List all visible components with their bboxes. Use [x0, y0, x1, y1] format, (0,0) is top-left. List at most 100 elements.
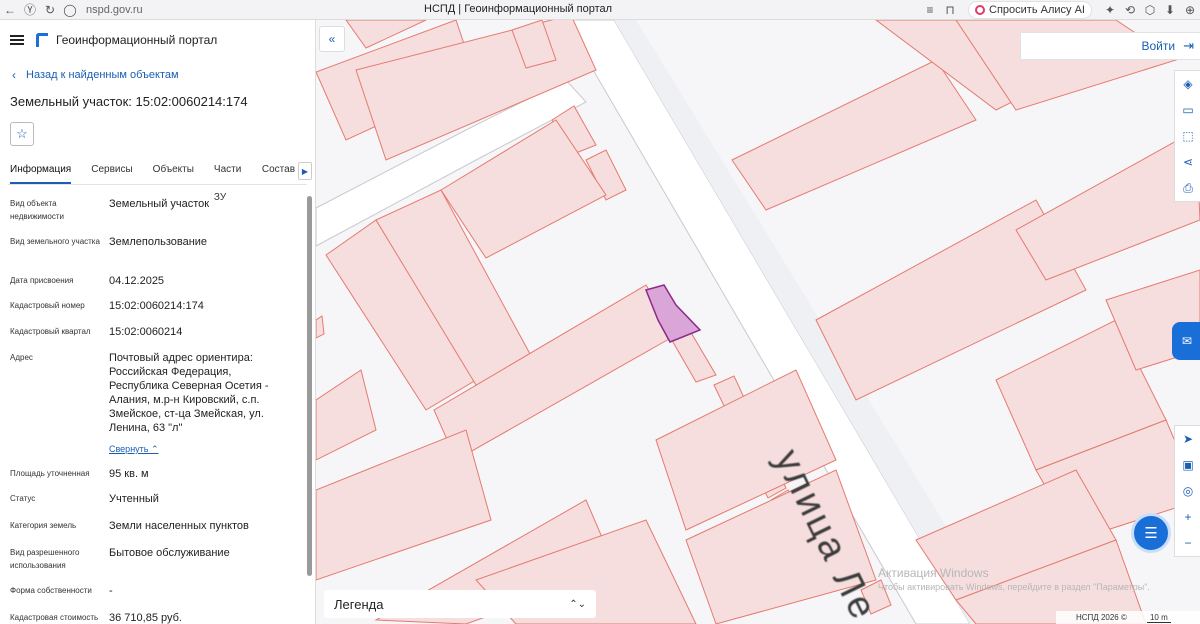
- tab-objects[interactable]: Объекты: [153, 156, 194, 184]
- alice-icon: [975, 5, 986, 15]
- portal-logo-icon: [36, 33, 48, 47]
- tabs-divider: [8, 184, 307, 185]
- watermark-text: Чтобы активировать Windows, перейдите в …: [878, 582, 1150, 592]
- prop-value: Земли населенных пунктов: [109, 520, 249, 532]
- ruler-icon[interactable]: ▭: [1175, 97, 1200, 123]
- prop-value: 15:02:0060214: [109, 326, 183, 338]
- collapse-label: Свернуть: [109, 444, 149, 454]
- back-arrow-icon[interactable]: ←: [0, 0, 20, 20]
- prop-key: Кадастровая стоимость: [10, 613, 99, 622]
- prop-key: Кадастровый номер: [10, 301, 85, 310]
- locate-icon[interactable]: ➤: [1175, 426, 1200, 452]
- windows-watermark: Активация Windows Чтобы активировать Win…: [878, 566, 1150, 594]
- address-bar[interactable]: nspd.gov.ru: [86, 4, 143, 16]
- panel-scrollbar[interactable]: [307, 196, 312, 576]
- tab-info[interactable]: Информация: [10, 156, 72, 184]
- caret-right-icon: ▶: [301, 166, 309, 176]
- back-link-label: Назад к найденным объектам: [26, 69, 179, 81]
- map-toolbar: ◈ ▭ ⬚ ⋖ ⎙: [1174, 70, 1200, 202]
- prop-value: 95 кв. м: [109, 468, 149, 480]
- prop-value: 36 710,85 руб.: [109, 612, 182, 624]
- prop-value: 04.12.2025: [109, 275, 165, 287]
- parcel: [731, 59, 977, 211]
- chat-button[interactable]: ☰: [1131, 513, 1171, 553]
- prop-key: Форма собственности: [10, 586, 92, 595]
- login-bar: Войти ⇥: [1020, 32, 1200, 60]
- select-area-icon[interactable]: ⬚: [1175, 123, 1200, 149]
- ya-icon[interactable]: Ⓨ: [20, 0, 40, 20]
- prop-value: Учтенный: [109, 493, 159, 505]
- reload-icon[interactable]: ↻: [40, 0, 60, 20]
- bookmark-icon[interactable]: ⊓: [940, 0, 960, 20]
- scale-bar: 10 m: [1146, 613, 1171, 623]
- login-arrow-icon[interactable]: ⇥: [1183, 38, 1194, 54]
- cube-icon[interactable]: ⬡: [1140, 0, 1160, 20]
- alice-label: Спросить Алису AI: [989, 4, 1085, 16]
- prop-key: Площадь уточненная: [10, 469, 90, 478]
- message-icon: ✉: [1181, 334, 1193, 348]
- map-canvas[interactable]: [316, 20, 1200, 624]
- tabs-next-button[interactable]: ▶: [298, 162, 312, 180]
- prop-key: Дата присвоения: [10, 276, 74, 285]
- map-view[interactable]: улица Ле « Войти ⇥ ◈ ▭ ⬚ ⋖ ⎙ ✉ ➤ ▣ ◎ + −…: [316, 20, 1200, 624]
- feedback-button[interactable]: ✉: [1172, 322, 1200, 360]
- star-icon: ☆: [16, 126, 28, 141]
- prop-value: Землепользование: [109, 236, 208, 248]
- app-header: Геоинформационный портал: [0, 20, 315, 60]
- shield-icon: ◯: [63, 2, 77, 17]
- identify-icon[interactable]: ◎: [1175, 478, 1200, 504]
- object-title: Земельный участок: 15:02:0060214:174: [10, 94, 248, 109]
- prop-key: Статус: [10, 494, 36, 503]
- collapse-panel-button[interactable]: «: [319, 26, 345, 52]
- chevron-left-icon: ‹: [12, 68, 16, 82]
- prop-value: Бытовое обслуживание: [109, 547, 230, 559]
- prop-key: Вид разрешенного использования: [10, 548, 80, 570]
- tab-services[interactable]: Сервисы: [91, 156, 132, 184]
- favorite-button[interactable]: ☆: [10, 122, 34, 146]
- watermark-title: Активация Windows: [878, 566, 989, 580]
- copyright: НСПД 2026 ©: [1076, 613, 1127, 622]
- back-to-results-link[interactable]: ‹ Назад к найденным объектам: [0, 60, 315, 90]
- extension-icon[interactable]: ✦: [1100, 0, 1120, 20]
- profile-icon[interactable]: ⊕: [1180, 0, 1200, 20]
- tab-parts[interactable]: Части ЗУ: [214, 156, 242, 203]
- app-title: Геоинформационный портал: [56, 33, 218, 47]
- alice-button[interactable]: Спросить Алису AI: [968, 1, 1092, 19]
- chat-icon: ☰: [1144, 525, 1158, 542]
- layers-icon[interactable]: ◈: [1175, 71, 1200, 97]
- parcel: [316, 429, 492, 581]
- updown-icon: ⌃⌄: [569, 598, 586, 610]
- chevron-up-icon: ⌃: [151, 444, 159, 454]
- double-chevron-left-icon: «: [328, 32, 336, 46]
- map-toolbar-lower: ➤ ▣ ◎ + −: [1174, 425, 1200, 557]
- parcel: [316, 369, 377, 461]
- login-button[interactable]: Войти: [1142, 39, 1176, 53]
- prop-value: -: [109, 585, 113, 597]
- object-panel: Геоинформационный портал ‹ Назад к найде…: [0, 20, 316, 624]
- prop-value: Почтовый адрес ориентира: Российская Фед…: [109, 352, 269, 434]
- zoom-in-icon[interactable]: +: [1175, 504, 1200, 530]
- hamburger-icon[interactable]: [10, 35, 24, 45]
- collapse-address-link[interactable]: Свернуть ⌃: [109, 444, 159, 455]
- tab-title: НСПД | Геоинформационный портал: [424, 3, 613, 15]
- prop-key: Вид земельного участка: [10, 237, 100, 246]
- legend-select[interactable]: Легенда ⌃⌄: [324, 590, 596, 618]
- menu-icon[interactable]: ≡: [920, 0, 940, 20]
- map-footer: НСПД 2026 © 10 m: [1056, 611, 1200, 624]
- prop-value: Земельный участок: [109, 198, 210, 210]
- downloads-icon[interactable]: ⬇: [1160, 0, 1180, 20]
- tabs-bar: Информация Сервисы Объекты Части ЗУ Сост…: [0, 156, 315, 203]
- prop-key: Кадастровый квартал: [10, 327, 91, 336]
- basemap-icon[interactable]: ▣: [1175, 452, 1200, 478]
- browser-toolbar: ← Ⓨ ↻ ◯ nspd.gov.ru НСПД | Геоинформацио…: [0, 0, 1200, 20]
- print-icon[interactable]: ⎙: [1175, 175, 1200, 201]
- legend-label: Легенда: [334, 596, 384, 612]
- translate-icon[interactable]: ⟲: [1120, 0, 1140, 20]
- prop-key: Адрес: [10, 353, 33, 362]
- zoom-out-icon[interactable]: −: [1175, 530, 1200, 556]
- prop-value: 15:02:0060214:174: [109, 300, 204, 312]
- tab-composition[interactable]: Состав: [262, 156, 295, 184]
- parcel: [316, 315, 325, 339]
- share-icon[interactable]: ⋖: [1175, 149, 1200, 175]
- prop-key: Вид объекта недвижимости: [10, 199, 64, 221]
